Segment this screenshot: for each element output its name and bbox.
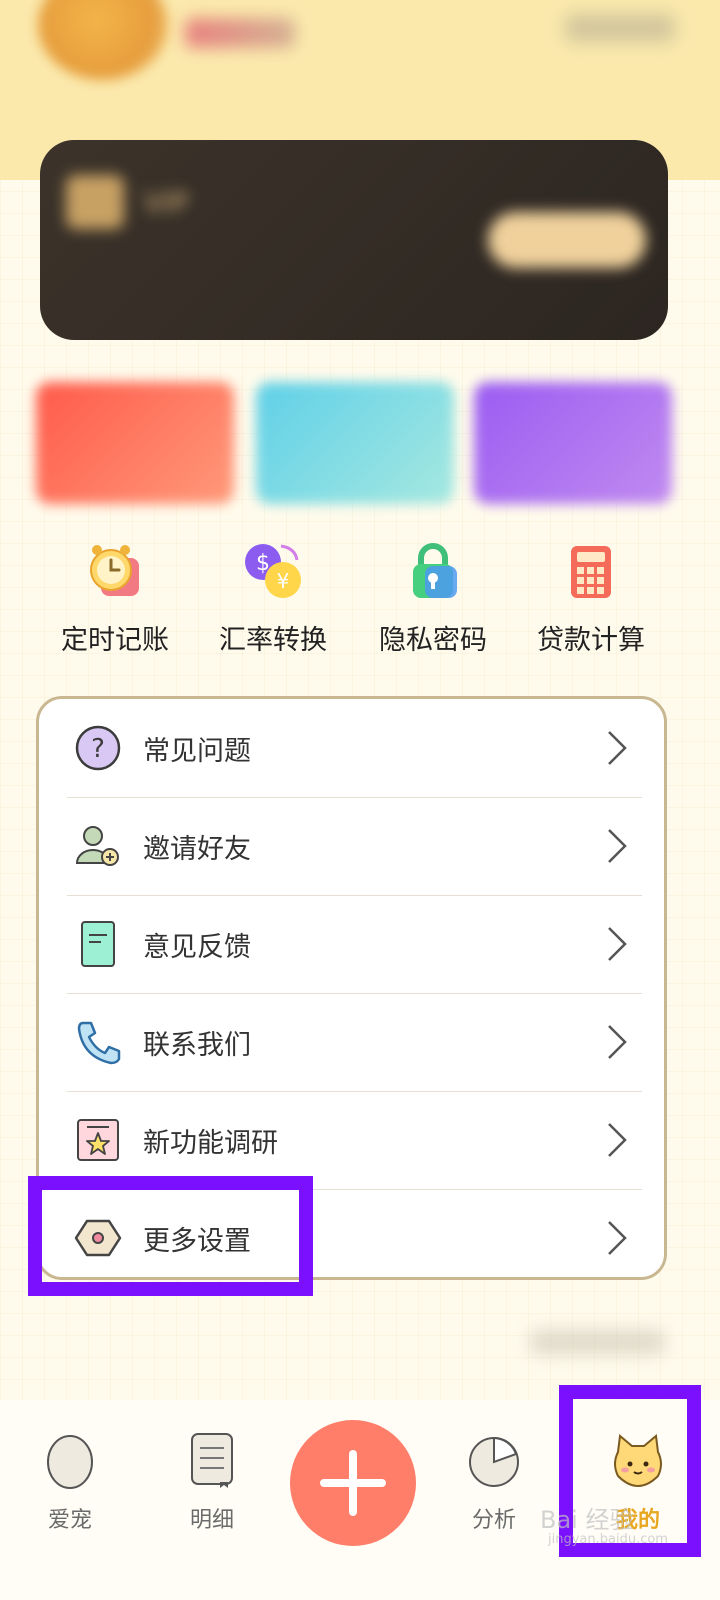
svg-text:¥: ¥ — [277, 569, 290, 593]
currency-exchange-icon: $ ¥ — [245, 544, 301, 598]
survey-star-icon — [77, 1119, 119, 1161]
menu-item-label: 新功能调研 — [143, 1128, 278, 1159]
tool-label: 汇率转换 — [219, 625, 327, 656]
menu-item-label: 意见反馈 — [143, 932, 251, 963]
chevron-right-icon — [608, 1221, 627, 1255]
menu-item-label: 邀请好友 — [143, 834, 251, 865]
watermark-text: Bai 经验 — [540, 1506, 634, 1534]
chevron-right-icon — [608, 927, 627, 961]
version-text-blurred — [530, 1330, 665, 1354]
lock-icon — [413, 543, 457, 598]
tool-exchange-rate[interactable]: $ ¥ 汇率转换 — [188, 540, 358, 657]
tab-label: 分析 — [471, 1508, 516, 1533]
add-record-button[interactable] — [290, 1420, 416, 1546]
menu-item-feedback[interactable]: 意见反馈 — [39, 895, 670, 993]
alarm-clock-icon — [90, 545, 139, 596]
notebook-icon — [191, 1433, 233, 1488]
tab-details[interactable]: 明细 — [152, 1430, 272, 1534]
menu-item-invite-friends[interactable]: 邀请好友 — [39, 797, 670, 895]
user-name-blurred — [185, 18, 295, 48]
menu-item-faq[interactable]: ? 常见问题 — [39, 699, 670, 797]
chevron-right-icon — [608, 829, 627, 863]
pie-chart-icon — [469, 1436, 519, 1487]
tab-label: 爱宠 — [47, 1508, 92, 1533]
tool-timed-bookkeeping[interactable]: 定时记账 — [30, 540, 200, 657]
tool-loan-calculation[interactable]: 贷款计算 — [506, 540, 676, 657]
tab-pet[interactable]: 爱宠 — [10, 1430, 130, 1534]
vip-card[interactable]: VIP — [40, 140, 668, 340]
feedback-document-icon — [81, 921, 115, 967]
question-icon: ? — [75, 725, 121, 771]
menu-item-contact-us[interactable]: 联系我们 — [39, 993, 670, 1091]
highlight-box-more-settings — [28, 1176, 313, 1296]
chevron-right-icon — [608, 731, 627, 765]
tab-label: 明细 — [189, 1508, 234, 1533]
phone-icon — [77, 1021, 121, 1065]
chevron-right-icon — [608, 1025, 627, 1059]
menu-item-label: 联系我们 — [143, 1030, 251, 1061]
calculator-icon — [571, 546, 611, 598]
tool-label: 隐私密码 — [379, 625, 487, 656]
vip-diamond-icon — [66, 175, 124, 229]
chevron-right-icon — [608, 1123, 627, 1157]
tool-privacy-password[interactable]: 隐私密码 — [348, 540, 518, 657]
avatar[interactable] — [38, 0, 168, 80]
promo-banner[interactable] — [36, 382, 234, 504]
vip-open-button-blurred[interactable] — [488, 212, 646, 268]
tool-label: 贷款计算 — [537, 625, 645, 656]
menu-item-label: 常见问题 — [143, 736, 251, 767]
vip-title-blurred: VIP — [144, 186, 189, 219]
header-action-blurred[interactable] — [565, 14, 675, 42]
tab-analysis[interactable]: 分析 — [434, 1430, 554, 1534]
menu-item-new-feature-survey[interactable]: 新功能调研 — [39, 1091, 670, 1189]
invite-friend-icon — [75, 826, 119, 866]
watermark-url: jingyan.baidu.com — [548, 1532, 668, 1547]
promo-banner[interactable] — [256, 382, 454, 504]
tool-label: 定时记账 — [61, 625, 169, 656]
egg-icon — [47, 1435, 93, 1489]
svg-text:?: ? — [91, 734, 105, 764]
promo-banner[interactable] — [474, 382, 672, 504]
tools-row: 定时记账 $ ¥ 汇率转换 隐私密码 贷款计算 — [0, 540, 720, 670]
